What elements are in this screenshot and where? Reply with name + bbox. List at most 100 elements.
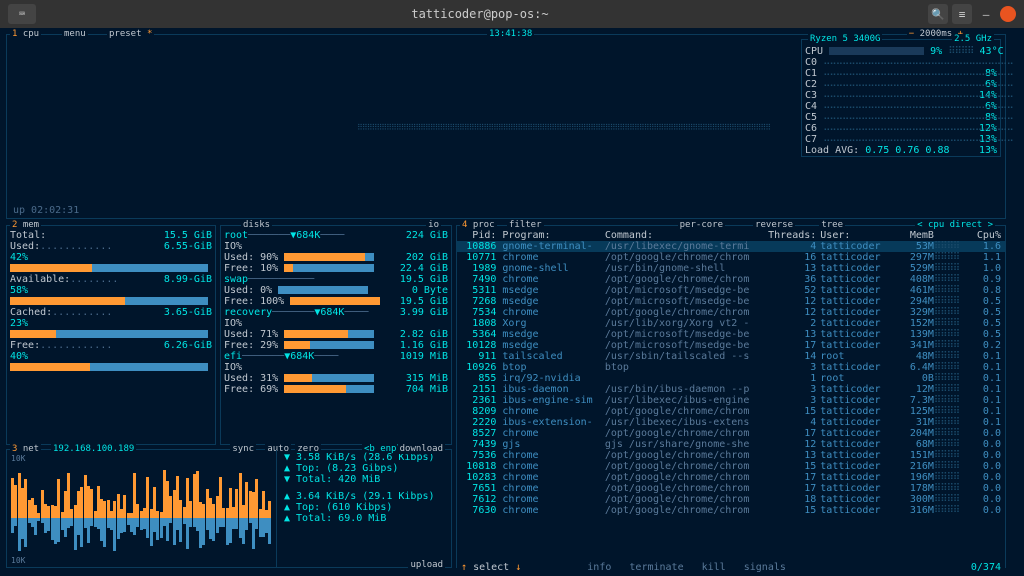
mem-total: 15.5 GiB	[164, 230, 212, 241]
core-row: C6 ⠤⠤⠤⠤⠤⠤⠤⠤⠤⠤⠤⠤⠤⠤⠤⠤⠤⠤⠤⠤⠤⠤⠤⠤⠤⠤⠤⠤⠤⠤ 13%	[802, 123, 1000, 134]
table-row[interactable]: 10283chrome/opt/google/chrome/chrom17tat…	[457, 472, 1005, 483]
net-dl-top: ▲ Top: (8.23 Gibps)	[281, 463, 447, 474]
disk-item: swap───────────19.5 GiB Used: 0% 0 Byte …	[221, 274, 451, 307]
core-row: C4 ⠤⠤⠤⠤⠤⠤⠤⠤⠤⠤⠤⠤⠤⠤⠤⠤⠤⠤⠤⠤⠤⠤⠤⠤⠤⠤⠤⠤⠤⠤ 8%	[802, 101, 1000, 112]
table-row[interactable]: 7612chrome/opt/google/chrome/chrom18tatt…	[457, 494, 1005, 505]
mem-fr-p: 40%	[10, 351, 28, 362]
net-ul-total: ▲ Total: 69.0 MiB	[281, 513, 447, 524]
mem-panel: 2 mem Total:15.5 GiB Used:............6.…	[6, 225, 216, 445]
h-usr[interactable]: User:	[820, 230, 895, 241]
terminal-surface: 1 cpu menu preset * 13:41:38 − 2000ms + …	[0, 28, 1024, 576]
uptime: up 02:02:31	[13, 205, 79, 216]
table-row[interactable]: 855irq/92-nvidia1root0B⠿⠿⠿⠿0.1	[457, 373, 1005, 384]
proc-reverse[interactable]: reverse	[753, 220, 795, 230]
core-row: C3 ⠤⠤⠤⠤⠤⠤⠤⠤⠤⠤⠤⠤⠤⠤⠤⠤⠤⠤⠤⠤⠤⠤⠤⠤⠤⠤⠤⠤⠤⠤ 6%	[802, 90, 1000, 101]
mem-av-l: Available:	[10, 274, 70, 285]
proc-tree[interactable]: tree	[819, 220, 845, 230]
table-row[interactable]: 10771chrome/opt/google/chrome/chrom16tat…	[457, 252, 1005, 263]
proc-header: Pid: Program: Command: Threads: User: Me…	[457, 230, 1005, 241]
table-row[interactable]: 5364msedge/opt/microsoft/msedge-be13tatt…	[457, 329, 1005, 340]
mem-ca-p: 23%	[10, 318, 28, 329]
mem-used: 6.55-GiB	[164, 241, 212, 252]
h-prog[interactable]: Program:	[502, 230, 604, 241]
table-row[interactable]: 2220ibus-extension-/usr/libexec/ibus-ext…	[457, 417, 1005, 428]
cpu-total-pct: 9%	[930, 46, 942, 57]
proc-sort[interactable]: < cpu direct >	[915, 220, 995, 230]
cpu-temp: 43°C	[980, 46, 1004, 57]
disk-item: efi───────▼684K────1019 MiB IO% Used: 31…	[221, 351, 451, 395]
table-row[interactable]: 7439gjsgjs /usr/share/gnome-she12tattico…	[457, 439, 1005, 450]
cpu-label[interactable]: cpu	[23, 29, 39, 39]
app-icon: ⌨	[8, 4, 36, 24]
mem-fr-l: Free:	[10, 340, 40, 351]
f-info[interactable]: info	[587, 562, 611, 573]
table-row[interactable]: 1808Xorg/usr/lib/xorg/Xorg vt2 -2tattico…	[457, 318, 1005, 329]
table-row[interactable]: 7630chrome/opt/google/chrome/chrom15tatt…	[457, 505, 1005, 516]
h-thr[interactable]: Threads:	[768, 230, 820, 241]
mem-used-l: Used:	[10, 241, 40, 252]
mem-used-p: 42%	[10, 252, 28, 263]
window-titlebar: ⌨ tatticoder@pop-os:~ 🔍 ≡ —	[0, 0, 1024, 28]
table-row[interactable]: 7536chrome/opt/google/chrome/chrom13tatt…	[457, 450, 1005, 461]
h-cmd[interactable]: Command:	[605, 230, 768, 241]
f-kill[interactable]: kill	[702, 562, 726, 573]
mem-av-p: 58%	[10, 285, 28, 296]
menu-button[interactable]: ≡	[952, 4, 972, 24]
disks-title[interactable]: disks	[241, 220, 272, 230]
disk-item: recovery───────▼684K────3.99 GiB IO% Use…	[221, 307, 451, 351]
h-cpu[interactable]: Cpu%	[967, 230, 1001, 241]
window-title: tatticoder@pop-os:~	[36, 7, 924, 21]
mem-fr: 6.26-GiB	[164, 340, 212, 351]
table-row[interactable]: 8527chrome/opt/google/chrome/chrom17tatt…	[457, 428, 1005, 439]
proc-title[interactable]: proc	[473, 220, 495, 230]
core-row: C7 ⠤⠤⠤⠤⠤⠤⠤⠤⠤⠤⠤⠤⠤⠤⠤⠤⠤⠤⠤⠤⠤⠤⠤⠤⠤⠤⠤⠤⠤⠤ 13%	[802, 134, 1000, 145]
net-dl-l: download	[398, 444, 445, 454]
proc-filter[interactable]: filter	[507, 220, 544, 230]
disk-item: root───────▼684K────224 GiB IO% Used: 90…	[221, 230, 451, 274]
preset-label[interactable]: preset	[109, 29, 142, 39]
table-row[interactable]: 2151ibus-daemon/usr/bin/ibus-daemon --p3…	[457, 384, 1005, 395]
table-row[interactable]: 10886gnome-terminal-/usr/libexec/gnome-t…	[457, 241, 1005, 252]
table-row[interactable]: 1989gnome-shell/usr/bin/gnome-shell13tat…	[457, 263, 1005, 274]
mem-total-l: Total:	[10, 230, 46, 241]
f-term[interactable]: terminate	[629, 562, 683, 573]
table-row[interactable]: 7534chrome/opt/google/chrome/chrom12tatt…	[457, 307, 1005, 318]
cpu-n: 1	[12, 29, 17, 39]
cpu-total-l: CPU	[805, 46, 823, 57]
net-graph-up	[11, 518, 272, 573]
menu-label[interactable]: menu	[64, 29, 86, 39]
f-sig[interactable]: signals	[744, 562, 786, 573]
net-ul-rate: ▲ 3.64 KiB/s (29.1 Kibps)	[281, 491, 447, 502]
mem-ca-l: Cached:	[10, 307, 52, 318]
cpu-model: Ryzen 5 3400G	[808, 34, 882, 44]
net-graph-down	[11, 463, 272, 518]
table-row[interactable]: 10128msedge/opt/microsoft/msedge-be17tat…	[457, 340, 1005, 351]
net-panel: 3 net 192.168.100.189 sync auto zero <b …	[6, 449, 452, 568]
table-row[interactable]: 7490chrome/opt/google/chrome/chrom36tatt…	[457, 274, 1005, 285]
clock: 13:41:38	[487, 29, 534, 39]
cpu-panel: 1 cpu menu preset * 13:41:38 − 2000ms + …	[6, 34, 1006, 219]
table-row[interactable]: 10926btopbtop3tatticoder6.4M⠿⠿⠿⠿0.1	[457, 362, 1005, 373]
table-row[interactable]: 7651chrome/opt/google/chrome/chrom17tatt…	[457, 483, 1005, 494]
f-select[interactable]: select	[473, 562, 509, 573]
mem-title[interactable]: mem	[23, 220, 39, 230]
proc-percore[interactable]: per-core	[678, 220, 725, 230]
table-row[interactable]: 2361ibus-engine-sim/usr/libexec/ibus-eng…	[457, 395, 1005, 406]
table-row[interactable]: 911tailscaled/usr/sbin/tailscaled --s14r…	[457, 351, 1005, 362]
search-button[interactable]: 🔍	[928, 4, 948, 24]
h-mem[interactable]: MemB	[895, 230, 934, 241]
refresh-ms[interactable]: 2000ms	[920, 29, 953, 39]
core-row: C5 ⠤⠤⠤⠤⠤⠤⠤⠤⠤⠤⠤⠤⠤⠤⠤⠤⠤⠤⠤⠤⠤⠤⠤⠤⠤⠤⠤⠤⠤⠤ 12%	[802, 112, 1000, 123]
h-pid[interactable]: Pid:	[461, 230, 502, 241]
table-row[interactable]: 5311msedge/opt/microsoft/msedge-be52tatt…	[457, 285, 1005, 296]
cpu-info: Ryzen 5 3400G 2.5 GHz CPU 9% ⠿⠿⠿⠿ 43°C C…	[801, 39, 1001, 157]
close-button[interactable]	[1000, 6, 1016, 22]
core-row: C2 ⠤⠤⠤⠤⠤⠤⠤⠤⠤⠤⠤⠤⠤⠤⠤⠤⠤⠤⠤⠤⠤⠤⠤⠤⠤⠤⠤⠤⠤⠤ 14%	[802, 79, 1000, 90]
table-row[interactable]: 8209chrome/opt/google/chrome/chrom15tatt…	[457, 406, 1005, 417]
disks-io[interactable]: io	[426, 220, 441, 230]
cpu-graph: ⠿⠿⠿⠿⠿⠿⠿⠿⠿⠿⠿⠿⠿⠿⠿⠿⠿⠿⠿⠿⠿⠿⠿⠿⠿⠿⠿⠿⠿⠿⠿⠿⠿⠿⠿⠿⠿⠿⠿⠿…	[357, 125, 787, 131]
table-row[interactable]: 7268msedge/opt/microsoft/msedge-be12tatt…	[457, 296, 1005, 307]
table-row[interactable]: 10818chrome/opt/google/chrome/chrom15tat…	[457, 461, 1005, 472]
minimize-button[interactable]: —	[976, 4, 996, 24]
mem-ca: 3.65-GiB	[164, 307, 212, 318]
